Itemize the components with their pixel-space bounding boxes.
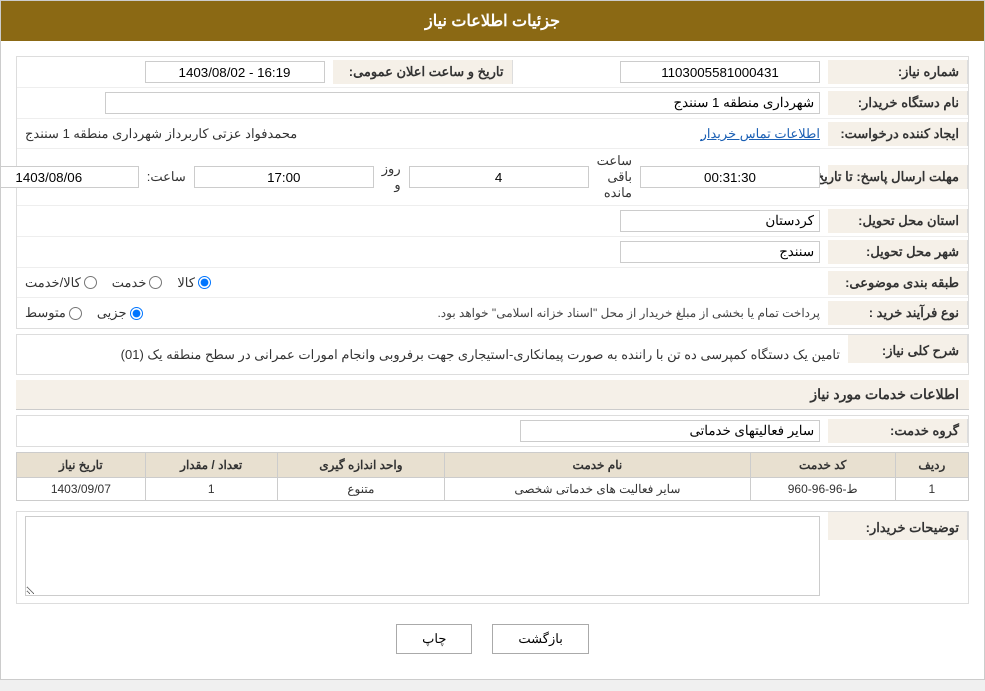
form-section-main: شماره نیاز: تاریخ و ساعت اعلان عمومی: نا… <box>16 56 969 329</box>
category-value: کالا/خدمت خدمت کالا <box>17 271 828 295</box>
radio-kala-khadamat-input[interactable] <box>84 276 97 289</box>
page-wrapper: AnaFinder.net جزئیات اطلاعات نیاز شماره … <box>0 0 985 680</box>
page-header: جزئیات اطلاعات نیاز <box>1 1 984 41</box>
radio-kala-khadamat-label: کالا/خدمت <box>25 275 81 291</box>
table-header-row: ردیف کد خدمت نام خدمت واحد اندازه گیری ت… <box>17 453 969 478</box>
radio-jozvi-label: جزیی <box>97 305 127 321</box>
th-date: تاریخ نیاز <box>17 453 146 478</box>
process-label: نوع فرآیند خرید : <box>828 301 968 325</box>
process-value: متوسط جزیی پرداخت تمام یا بخشی از مبلغ خ… <box>17 301 828 325</box>
radio-khadamat-label: خدمت <box>112 275 147 291</box>
deadline-date-input[interactable] <box>0 166 139 188</box>
deadline-row: مهلت ارسال پاسخ: تا تاریخ: ساعت: روز و س… <box>17 149 968 206</box>
th-row: ردیف <box>895 453 968 478</box>
td-3: متنوع <box>277 478 444 501</box>
time-label: ساعت: <box>147 169 186 185</box>
creator-row: ایجاد کننده درخواست: محمدفواد عزتی کاربر… <box>17 119 968 149</box>
radio-motavaset-input[interactable] <box>69 307 82 320</box>
category-label: طبقه بندی موضوعی: <box>828 271 968 295</box>
service-group-section: گروه خدمت: <box>16 415 969 447</box>
contact-link[interactable]: اطلاعات تماس خریدار <box>701 126 820 142</box>
radio-khadamat: خدمت <box>112 275 163 291</box>
city-input[interactable] <box>620 241 820 263</box>
table-row: 1ط-96-96-960سایر فعالیت های خدماتی شخصیم… <box>17 478 969 501</box>
radio-jozvi: جزیی <box>97 305 143 321</box>
deadline-value: ساعت: روز و ساعت باقی مانده <box>0 149 828 205</box>
need-number-row: شماره نیاز: تاریخ و ساعت اعلان عمومی: <box>17 57 968 88</box>
province-value <box>17 206 828 236</box>
announce-value <box>17 57 333 87</box>
radio-jozvi-input[interactable] <box>130 307 143 320</box>
button-row: بازگشت چاپ <box>16 609 969 669</box>
services-section-title: اطلاعات خدمات مورد نیاز <box>16 380 969 410</box>
td-2: سایر فعالیت های خدماتی شخصی <box>445 478 751 501</box>
city-label: شهر محل تحویل: <box>828 240 968 264</box>
process-row: نوع فرآیند خرید : متوسط جزیی <box>17 298 968 328</box>
td-5: 1403/09/07 <box>17 478 146 501</box>
province-label: استان محل تحویل: <box>828 209 968 233</box>
notes-section: توضیحات خریدار: <box>16 511 969 604</box>
notes-value <box>17 512 828 603</box>
notes-textarea[interactable] <box>25 516 820 596</box>
th-name: نام خدمت <box>445 453 751 478</box>
creator-value: محمدفواد عزتی کاربرداز شهرداری منطقه 1 س… <box>17 122 828 146</box>
description-label: شرح کلی نیاز: <box>848 335 968 363</box>
description-value: تامین یک دستگاه کمپرسی ده تن با راننده ب… <box>17 335 848 374</box>
services-table-section: ردیف کد خدمت نام خدمت واحد اندازه گیری ت… <box>16 452 969 501</box>
announce-input[interactable] <box>145 61 325 83</box>
buyer-org-value <box>17 88 828 118</box>
service-group-input[interactable] <box>520 420 820 442</box>
province-input[interactable] <box>620 210 820 232</box>
services-table: ردیف کد خدمت نام خدمت واحد اندازه گیری ت… <box>16 452 969 501</box>
service-group-row: گروه خدمت: <box>17 416 968 446</box>
notes-row: توضیحات خریدار: <box>17 512 968 603</box>
province-row: استان محل تحویل: <box>17 206 968 237</box>
creator-text: محمدفواد عزتی کاربرداز شهرداری منطقه 1 س… <box>25 126 297 142</box>
service-group-value <box>17 416 828 446</box>
print-button[interactable]: چاپ <box>396 624 472 654</box>
back-button[interactable]: بازگشت <box>492 624 588 654</box>
radio-khadamat-input[interactable] <box>149 276 162 289</box>
radio-motavaset-label: متوسط <box>25 305 66 321</box>
deadline-time-input[interactable] <box>194 166 374 188</box>
announce-label: تاریخ و ساعت اعلان عمومی: <box>333 60 513 84</box>
radio-kala-input[interactable] <box>198 276 211 289</box>
td-0: 1 <box>895 478 968 501</box>
remaining-label: ساعت باقی مانده <box>597 153 632 201</box>
description-row: شرح کلی نیاز: تامین یک دستگاه کمپرسی ده … <box>17 335 968 374</box>
buyer-org-row: نام دستگاه خریدار: <box>17 88 968 119</box>
deadline-label: مهلت ارسال پاسخ: تا تاریخ: <box>828 165 968 189</box>
radio-motavaset: متوسط <box>25 305 82 321</box>
city-value <box>17 237 828 267</box>
process-note: پرداخت تمام یا بخشی از مبلغ خریدار از مح… <box>437 306 820 320</box>
need-number-value <box>513 57 829 87</box>
buyer-org-label: نام دستگاه خریدار: <box>828 91 968 115</box>
radio-kala-label: کالا <box>177 275 195 291</box>
notes-label: توضیحات خریدار: <box>828 512 968 540</box>
category-row: طبقه بندی موضوعی: کالا/خدمت خدمت کالا <box>17 268 968 298</box>
days-label: روز و <box>382 161 401 193</box>
buyer-org-input[interactable] <box>105 92 821 114</box>
need-number-input[interactable] <box>620 61 820 83</box>
creator-label: ایجاد کننده درخواست: <box>828 122 968 146</box>
radio-kala: کالا <box>177 275 211 291</box>
description-section: شرح کلی نیاز: تامین یک دستگاه کمپرسی ده … <box>16 334 969 375</box>
main-content: شماره نیاز: تاریخ و ساعت اعلان عمومی: نا… <box>1 41 984 679</box>
city-row: شهر محل تحویل: <box>17 237 968 268</box>
radio-kala-khadamat: کالا/خدمت <box>25 275 97 291</box>
page-title: جزئیات اطلاعات نیاز <box>425 13 560 30</box>
remaining-input[interactable] <box>640 166 820 188</box>
th-unit: واحد اندازه گیری <box>277 453 444 478</box>
th-count: تعداد / مقدار <box>145 453 277 478</box>
days-input[interactable] <box>409 166 589 188</box>
service-group-label: گروه خدمت: <box>828 419 968 443</box>
td-1: ط-96-96-960 <box>750 478 895 501</box>
need-number-label: شماره نیاز: <box>828 60 968 84</box>
th-code: کد خدمت <box>750 453 895 478</box>
td-4: 1 <box>145 478 277 501</box>
